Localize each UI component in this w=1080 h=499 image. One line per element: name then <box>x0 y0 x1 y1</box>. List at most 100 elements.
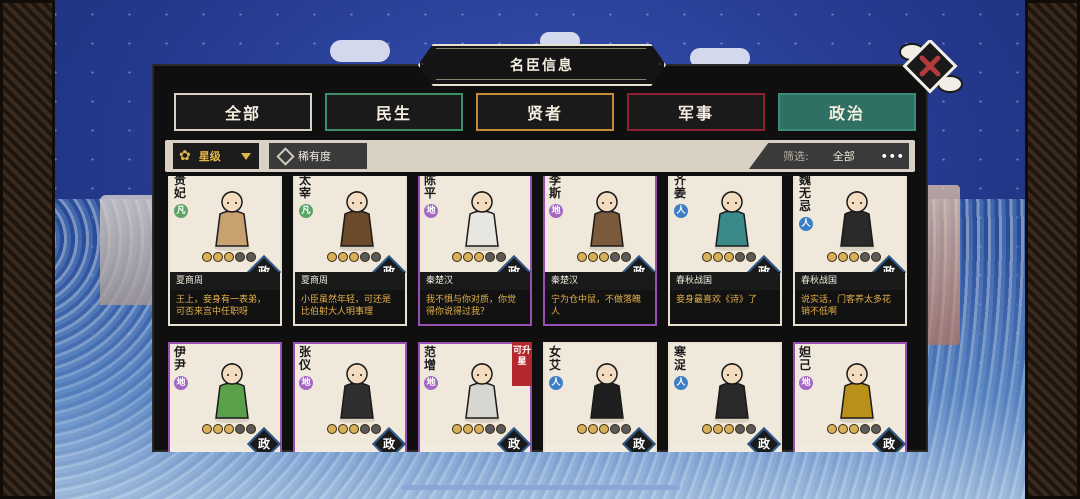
star-rating <box>827 424 881 434</box>
upgradeable-tag: 可升星 <box>512 342 532 386</box>
minister-portrait <box>339 191 375 251</box>
minister-card[interactable]: 寒浞人政 <box>668 342 782 452</box>
minister-card[interactable]: 女艾人政 <box>543 342 657 452</box>
minister-card[interactable]: 范增地政 可升星 <box>418 342 532 452</box>
minister-quote: 说实话，门客养太多花销不低啊 <box>795 290 905 324</box>
star-filled-icon <box>599 424 609 434</box>
minister-card[interactable]: 陈平地政秦楚汉我不惧与你对质，你觉得你说得过我？ <box>418 176 532 326</box>
star-empty-icon <box>860 252 870 262</box>
cloud <box>330 40 390 62</box>
minister-name: 女艾 <box>549 345 562 372</box>
category-label: 政 <box>382 437 395 451</box>
close-icon <box>899 40 963 94</box>
star-empty-icon <box>735 252 745 262</box>
star-filled-icon <box>452 424 462 434</box>
left-frame <box>0 0 55 499</box>
tab-military[interactable]: 军事 <box>627 93 765 131</box>
more-icon[interactable]: ••• <box>881 150 905 163</box>
tab-sage[interactable]: 贤者 <box>476 93 614 131</box>
category-label: 政 <box>257 437 270 451</box>
minister-card[interactable]: 张仪地政 <box>293 342 407 452</box>
star-rating <box>327 424 381 434</box>
star-rating <box>452 424 506 434</box>
title-plate-frame <box>422 48 660 80</box>
sort-rarity-label: 稀有度 <box>298 150 331 163</box>
star-filled-icon <box>202 252 212 262</box>
star-empty-icon <box>246 252 256 262</box>
minister-name: 范增 <box>424 345 437 372</box>
right-frame <box>1025 0 1080 499</box>
minister-portrait <box>464 363 500 423</box>
minister-card[interactable]: 太宰凡政夏商周小臣虽然年轻，可还是比伯射大人明事理 <box>293 176 407 326</box>
minister-portrait <box>339 363 375 423</box>
rank-badge: 人 <box>549 376 563 390</box>
close-button[interactable] <box>898 40 964 98</box>
star-filled-icon <box>338 424 348 434</box>
minister-quote: 小臣虽然年轻，可还是比伯射大人明事理 <box>295 290 405 324</box>
tab-all[interactable]: 全部 <box>174 93 312 131</box>
category-label: 政 <box>632 437 645 451</box>
star-filled-icon <box>327 252 337 262</box>
star-filled-icon <box>463 424 473 434</box>
category-label: 政 <box>882 437 895 451</box>
star-filled-icon <box>213 252 223 262</box>
star-empty-icon <box>371 424 381 434</box>
tab-politics[interactable]: 政治 <box>778 93 916 131</box>
minister-name: 李斯 <box>549 176 562 200</box>
minister-portrait <box>214 191 250 251</box>
minister-portrait <box>714 363 750 423</box>
star-filled-icon <box>827 252 837 262</box>
minister-portrait <box>589 363 625 423</box>
star-rating <box>577 252 631 262</box>
star-rating <box>202 424 256 434</box>
filter-bar: ✿ 星级 稀有度 筛选: 全部 ••• <box>165 140 915 172</box>
minister-card[interactable]: 贵妃凡政夏商周王上，妾身有一表弟，可否来宫中任职呀 <box>168 176 282 326</box>
filter-value: 全部 <box>832 150 855 163</box>
star-filled-icon <box>702 252 712 262</box>
minister-card[interactable]: 齐姜人政春秋战国妾身最喜欢《诗》了 <box>668 176 782 326</box>
rank-badge: 地 <box>174 376 188 390</box>
rank-badge: 地 <box>424 376 438 390</box>
star-filled-icon <box>452 252 462 262</box>
star-empty-icon <box>871 252 881 262</box>
minister-portrait <box>214 363 250 423</box>
rank-badge: 人 <box>674 376 688 390</box>
star-empty-icon <box>485 424 495 434</box>
star-filled-icon <box>224 252 234 262</box>
filter-label: 筛选: <box>783 150 809 163</box>
minister-name: 张仪 <box>299 345 312 372</box>
star-empty-icon <box>235 424 245 434</box>
minister-portrait <box>464 191 500 251</box>
minister-name: 陈平 <box>424 176 437 200</box>
minister-card[interactable]: 魏无忌人政春秋战国说实话，门客养太多花销不低啊 <box>793 176 907 326</box>
filter-dropdown[interactable]: 筛选: 全部 ••• <box>749 143 909 169</box>
star-rating <box>702 252 756 262</box>
minister-name: 贵妃 <box>174 176 187 200</box>
star-empty-icon <box>371 252 381 262</box>
minister-name: 伊尹 <box>174 345 187 372</box>
sort-by-star-button[interactable]: ✿ 星级 <box>173 143 259 169</box>
diamond-icon <box>276 146 295 166</box>
star-filled-icon <box>224 424 234 434</box>
star-filled-icon <box>202 424 212 434</box>
chevron-down-icon <box>240 152 251 160</box>
star-filled-icon <box>713 252 723 262</box>
minister-card[interactable]: 李斯地政秦楚汉宁为仓中鼠，不做落魄人 <box>543 176 657 326</box>
tab-livelihood[interactable]: 民生 <box>325 93 463 131</box>
star-empty-icon <box>610 252 620 262</box>
minister-card[interactable]: 妲己地政 <box>793 342 907 452</box>
star-filled-icon <box>827 424 837 434</box>
star-empty-icon <box>360 424 370 434</box>
category-tabs: 全部 民生 贤者 军事 政治 <box>174 93 916 131</box>
sort-by-rarity-button[interactable]: 稀有度 <box>269 143 367 169</box>
minister-card[interactable]: 伊尹地政 <box>168 342 282 452</box>
home-indicator <box>402 485 680 490</box>
minister-name: 寒浞 <box>674 345 687 372</box>
star-filled-icon <box>838 424 848 434</box>
rank-badge: 凡 <box>174 204 188 218</box>
minister-name: 齐姜 <box>674 176 687 200</box>
star-rating <box>827 252 881 262</box>
dynasty-label: 夏商周 <box>295 272 405 290</box>
star-filled-icon <box>338 252 348 262</box>
minister-quote: 妾身最喜欢《诗》了 <box>670 290 780 324</box>
